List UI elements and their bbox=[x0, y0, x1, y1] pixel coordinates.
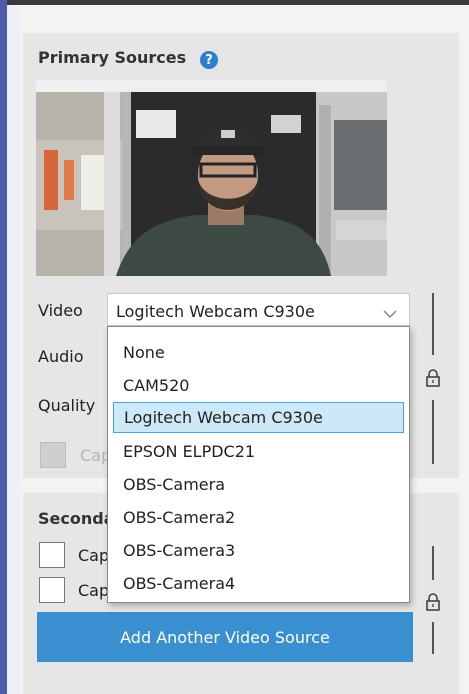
dropdown-option-obs-camera[interactable]: OBS-Camera bbox=[113, 469, 404, 500]
video-label: Video bbox=[38, 301, 83, 320]
secondary-capture-checkbox-1[interactable] bbox=[39, 542, 65, 568]
dropdown-option-obs-camera4[interactable]: OBS-Camera4 bbox=[113, 568, 404, 599]
audio-label: Audio bbox=[38, 347, 84, 366]
video-preview bbox=[36, 80, 387, 276]
lock-bracket-bottom bbox=[432, 400, 434, 464]
left-edge-inner bbox=[7, 5, 20, 694]
webcam-preview-image bbox=[36, 80, 387, 276]
dropdown-option-logitech[interactable]: Logitech Webcam C930e bbox=[113, 402, 404, 433]
primary-capture-checkbox[interactable] bbox=[40, 442, 66, 468]
secondary-sources-title: Secondary Sources bbox=[38, 509, 107, 528]
dropdown-option-epson[interactable]: EPSON ELPDC21 bbox=[113, 436, 404, 467]
dropdown-option-none[interactable]: None bbox=[113, 337, 404, 368]
lock-bracket-top bbox=[432, 293, 434, 355]
video-source-dropdown: None CAM520 Logitech Webcam C930e EPSON … bbox=[107, 326, 410, 603]
dropdown-option-obs-camera2[interactable]: OBS-Camera2 bbox=[113, 502, 404, 533]
video-source-select[interactable]: Logitech Webcam C930e bbox=[107, 293, 410, 326]
lock-icon[interactable] bbox=[425, 368, 441, 392]
secondary-capture-label-2: Capture bbox=[78, 581, 107, 600]
lock-bracket-bottom-2 bbox=[432, 622, 434, 654]
left-edge-strip bbox=[0, 0, 7, 694]
quality-label: Quality bbox=[38, 396, 96, 415]
video-select-value: Logitech Webcam C930e bbox=[116, 302, 315, 321]
dropdown-option-obs-camera3[interactable]: OBS-Camera3 bbox=[113, 535, 404, 566]
chevron-down-icon[interactable] bbox=[383, 304, 397, 323]
primary-capture-label: Capture bbox=[80, 446, 107, 465]
secondary-capture-checkbox-2[interactable] bbox=[39, 577, 65, 603]
add-video-source-button[interactable]: Add Another Video Source bbox=[37, 612, 413, 662]
lock-bracket-top-2 bbox=[432, 546, 434, 580]
window-top-bar bbox=[0, 0, 469, 5]
lock-icon[interactable] bbox=[425, 592, 441, 616]
secondary-capture-label-1: Capture bbox=[78, 546, 107, 565]
help-icon[interactable]: ? bbox=[200, 51, 218, 69]
dropdown-option-cam520[interactable]: CAM520 bbox=[113, 370, 404, 401]
primary-sources-title: Primary Sources bbox=[38, 48, 187, 67]
